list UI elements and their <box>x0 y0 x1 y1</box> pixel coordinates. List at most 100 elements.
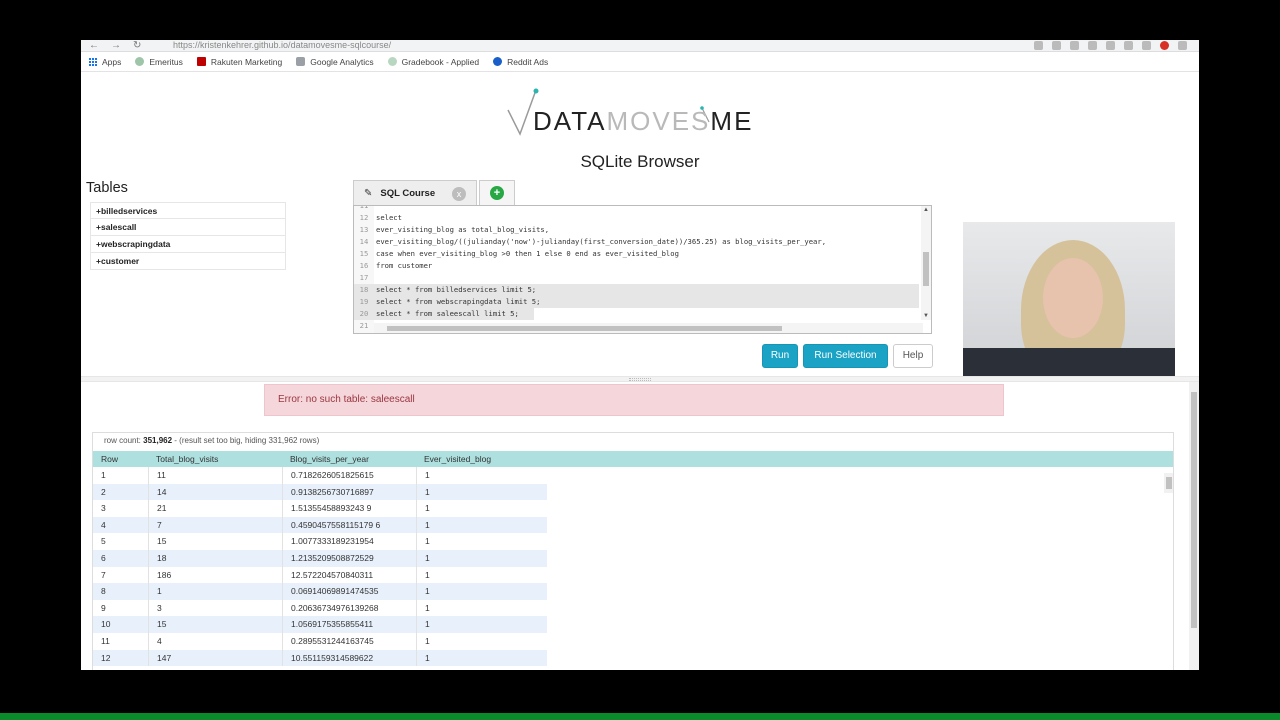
menu-icon[interactable] <box>1178 41 1187 50</box>
tables-list: +billedservices +salescall +webscrapingd… <box>90 202 286 270</box>
table-cell: 4 <box>101 519 106 530</box>
scroll-thumb[interactable] <box>1166 477 1172 489</box>
add-tab-button[interactable]: + <box>479 180 515 205</box>
code-line[interactable]: 13 ever_visiting_blog as total_blog_visit… <box>354 224 919 236</box>
table-cell: 18 <box>148 550 282 567</box>
pane-resize-handle[interactable] <box>81 376 1199 382</box>
column-header[interactable]: Row <box>93 451 148 467</box>
column-header[interactable]: Ever_visited_blog <box>416 451 547 467</box>
code-line[interactable]: 11 <box>354 206 919 212</box>
plus-icon: + <box>490 186 504 200</box>
results-scrollbar[interactable] <box>1164 473 1173 493</box>
table-cell: 0.9138256730716897 <box>282 483 416 501</box>
table-cell: 1.0569175355855411 <box>282 616 416 633</box>
scroll-thumb[interactable] <box>387 326 782 331</box>
table-cell: 1 <box>416 583 547 600</box>
table-item-webscrapingdata[interactable]: +webscrapingdata <box>90 236 286 253</box>
code-line-selected[interactable]: 20 select * from saleescall limit 5; <box>354 308 534 320</box>
table-cell: 1 <box>148 583 282 600</box>
code-line[interactable]: 15 case when ever_visiting_blog >0 then 1… <box>354 248 919 260</box>
column-header[interactable]: Total_blog_visits <box>148 451 282 467</box>
error-message: Error: no such table: saleescall <box>264 384 1004 416</box>
bookmark-apps[interactable]: Apps <box>89 57 121 67</box>
editor-vertical-scrollbar[interactable]: ▲ ▼ <box>921 206 931 320</box>
table-row[interactable]: 8 1 0.06914069891474535 1 <box>93 583 547 600</box>
forward-icon[interactable]: → <box>111 40 121 51</box>
column-header[interactable]: Blog_visits_per_year <box>282 451 416 467</box>
table-item-billedservices[interactable]: +billedservices <box>90 202 286 219</box>
bookmark-gradebook[interactable]: Gradebook - Applied <box>387 57 479 67</box>
table-row[interactable]: 2 14 0.9138256730716897 1 <box>93 483 547 501</box>
table-row[interactable]: 3 21 1.51355458893243 91 <box>93 500 547 517</box>
extension-icon[interactable] <box>1052 41 1061 50</box>
extension-icon[interactable] <box>1142 41 1151 50</box>
back-icon[interactable]: ← <box>89 40 99 51</box>
code-line[interactable]: 12 select <box>354 212 919 224</box>
help-button[interactable]: Help <box>893 344 933 368</box>
datamovesme-logo: DATAMOVESME <box>506 88 776 138</box>
table-cell: 1 <box>416 550 547 567</box>
bookmark-rakuten[interactable]: Rakuten Marketing <box>196 57 282 67</box>
bookmark-google-analytics[interactable]: Google Analytics <box>296 57 374 67</box>
table-cell: 14 <box>148 483 282 501</box>
table-cell: 147 <box>148 649 282 667</box>
extension-icon[interactable] <box>1070 41 1079 50</box>
code-line-selected[interactable]: 18 select * from billedservices limit 5; <box>354 284 919 296</box>
run-button[interactable]: Run <box>762 344 798 368</box>
table-row[interactable]: 6 18 1.2135209508872529 1 <box>93 550 547 567</box>
tab-sql-course[interactable]: ✎ SQL Course x <box>353 180 477 205</box>
extension-icon[interactable] <box>1124 41 1133 50</box>
table-cell: 12 <box>101 652 111 663</box>
extension-icon[interactable] <box>1088 41 1097 50</box>
code-line[interactable]: 14 ever_visiting_blog/((julianday('now')-… <box>354 236 919 248</box>
editor-horizontal-scrollbar[interactable] <box>374 323 923 333</box>
table-row[interactable]: 1 11 0.7182626051825615 1 <box>93 467 547 484</box>
url-text[interactable]: https://kristenkehrer.github.io/datamove… <box>173 40 391 51</box>
sql-editor[interactable]: 11 12 select 13 ever_visiting_blog as tota… <box>353 205 932 334</box>
table-cell: 1 <box>416 467 547 484</box>
table-cell: 1 <box>101 470 106 480</box>
table-cell: 186 <box>148 566 282 584</box>
table-cell: 1 <box>416 633 547 650</box>
table-row[interactable]: 9 3 0.20636734976139268 1 <box>93 599 547 617</box>
results-table: row count: 351,962 - (result set too big… <box>92 432 1174 670</box>
run-selection-button[interactable]: Run Selection <box>803 344 888 368</box>
table-row[interactable]: 10 15 1.0569175355855411 1 <box>93 616 547 633</box>
table-row[interactable]: 7 186 12.572204570840311 1 <box>93 566 547 584</box>
bookmark-emeritus[interactable]: Emeritus <box>135 57 183 67</box>
table-row[interactable]: 11 4 0.2895531244163745 1 <box>93 633 547 650</box>
code-line-selected[interactable]: 19 select * from webscrapingdata limit 5; <box>354 296 919 308</box>
emeritus-icon <box>135 57 145 66</box>
bookmark-reddit-ads[interactable]: Reddit Ads <box>493 57 548 67</box>
table-row[interactable]: 5 15 1.0077333189231954 1 <box>93 533 547 550</box>
analytics-icon <box>296 57 306 66</box>
table-item-customer[interactable]: +customer <box>90 253 286 270</box>
table-row[interactable]: 4 7 0.4590457558115179 61 <box>93 516 547 534</box>
scroll-up-icon[interactable]: ▲ <box>923 207 929 213</box>
reload-icon[interactable]: ↻ <box>133 40 141 51</box>
scroll-thumb[interactable] <box>923 252 929 286</box>
grip-icon[interactable] <box>629 378 651 381</box>
table-cell: 1 <box>416 516 547 534</box>
table-row[interactable]: 12 147 10.551159314589622 1 <box>93 649 547 667</box>
webcam-overlay <box>963 222 1175 376</box>
table-cell: 0.4590457558115179 6 <box>282 516 416 534</box>
pencil-icon[interactable]: ✎ <box>364 188 372 199</box>
logo-text: DATAMOVESME <box>533 106 754 136</box>
table-cell: 4 <box>148 633 282 650</box>
code-line[interactable]: 16 from customer <box>354 260 919 272</box>
table-cell: 10 <box>101 619 111 630</box>
code-line[interactable]: 17 <box>354 272 919 284</box>
apps-grid-icon <box>89 57 97 66</box>
extension-icon[interactable] <box>1106 41 1115 50</box>
profile-avatar-icon[interactable] <box>1160 41 1169 50</box>
star-icon[interactable] <box>1034 41 1043 50</box>
table-item-salescall[interactable]: +salescall <box>90 219 286 236</box>
page-scrollbar[interactable] <box>1189 382 1199 670</box>
table-cell: 15 <box>148 616 282 633</box>
close-icon[interactable]: x <box>452 187 466 201</box>
taskbar <box>0 713 1280 720</box>
scroll-down-icon[interactable]: ▼ <box>923 313 929 319</box>
scroll-thumb[interactable] <box>1191 392 1197 628</box>
address-bar[interactable]: ← → ↻ https://kristenkehrer.github.io/da… <box>81 40 1199 52</box>
